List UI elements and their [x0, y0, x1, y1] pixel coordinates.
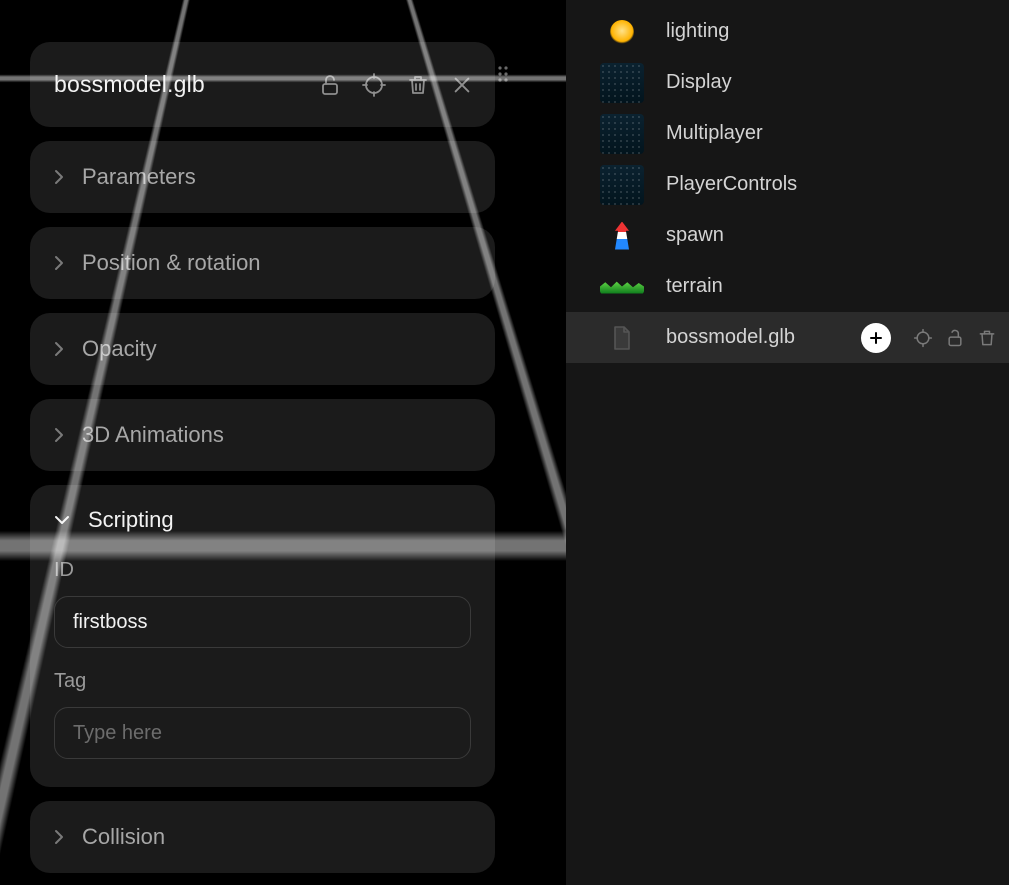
- hierarchy-item-display[interactable]: Display: [566, 57, 1009, 108]
- field-id: ID: [54, 559, 471, 648]
- section-parameters[interactable]: Parameters: [30, 141, 495, 213]
- target-icon[interactable]: [913, 328, 933, 348]
- chevron-right-icon: [54, 341, 64, 357]
- field-tag: Tag: [54, 670, 471, 759]
- field-id-label: ID: [54, 559, 471, 582]
- tag-input[interactable]: [54, 707, 471, 759]
- texture-thumbnail: [600, 165, 644, 205]
- hierarchy-item-label: PlayerControls: [666, 173, 997, 196]
- delete-button[interactable]: [405, 72, 431, 98]
- hierarchy-item-label: Multiplayer: [666, 122, 997, 145]
- section-label: Position & rotation: [82, 250, 261, 276]
- section-label: Scripting: [88, 507, 174, 533]
- section-label: 3D Animations: [82, 422, 224, 448]
- hierarchy-item-label: lighting: [666, 20, 997, 43]
- section-label: Collision: [82, 824, 165, 850]
- texture-thumbnail: [600, 114, 644, 154]
- inspector-header: bossmodel.glb: [30, 42, 495, 127]
- chevron-right-icon: [54, 829, 64, 845]
- close-button[interactable]: [449, 72, 475, 98]
- add-child-button[interactable]: [861, 323, 891, 353]
- inspector-panel: bossmodel.glb Parameters Position & rota…: [30, 42, 495, 873]
- target-button[interactable]: [361, 72, 387, 98]
- hierarchy-item-actions: [913, 328, 997, 348]
- trash-icon[interactable]: [977, 328, 997, 348]
- hierarchy-item-label: Display: [666, 71, 997, 94]
- hierarchy-item-multiplayer[interactable]: Multiplayer: [566, 108, 1009, 159]
- section-scripting-header[interactable]: Scripting: [54, 507, 471, 533]
- hierarchy-item-bossmodel-glb[interactable]: bossmodel.glb: [566, 312, 1009, 363]
- light-icon: [610, 20, 634, 44]
- unlock-button[interactable]: [317, 72, 343, 98]
- hierarchy-item-spawn[interactable]: spawn: [566, 210, 1009, 261]
- texture-thumbnail: [600, 63, 644, 103]
- section-opacity[interactable]: Opacity: [30, 313, 495, 385]
- section-3d-animations[interactable]: 3D Animations: [30, 399, 495, 471]
- hierarchy-item-label: bossmodel.glb: [666, 326, 845, 349]
- section-label: Parameters: [82, 164, 196, 190]
- hierarchy-item-terrain[interactable]: terrain: [566, 261, 1009, 312]
- drag-handle-icon[interactable]: [496, 64, 510, 84]
- chevron-right-icon: [54, 427, 64, 443]
- hierarchy-item-playercontrols[interactable]: PlayerControls: [566, 159, 1009, 210]
- terrain-icon: [600, 267, 644, 307]
- hierarchy-item-label: spawn: [666, 224, 997, 247]
- chevron-right-icon: [54, 255, 64, 271]
- spawn-icon: [600, 216, 644, 256]
- section-position-rotation[interactable]: Position & rotation: [30, 227, 495, 299]
- chevron-right-icon: [54, 169, 64, 185]
- chevron-down-icon: [54, 515, 70, 525]
- hierarchy-item-label: terrain: [666, 275, 997, 298]
- hierarchy-panel: lighting Display Multiplayer PlayerControls…: [566, 0, 1009, 885]
- field-tag-label: Tag: [54, 670, 471, 693]
- header-actions: [317, 72, 475, 98]
- file-icon: [600, 318, 644, 358]
- hierarchy-item-lighting[interactable]: lighting: [566, 6, 1009, 57]
- section-scripting: Scripting ID Tag: [30, 485, 495, 787]
- unlock-icon[interactable]: [945, 328, 965, 348]
- object-title: bossmodel.glb: [54, 71, 205, 98]
- section-collision[interactable]: Collision: [30, 801, 495, 873]
- section-label: Opacity: [82, 336, 157, 362]
- id-input[interactable]: [54, 596, 471, 648]
